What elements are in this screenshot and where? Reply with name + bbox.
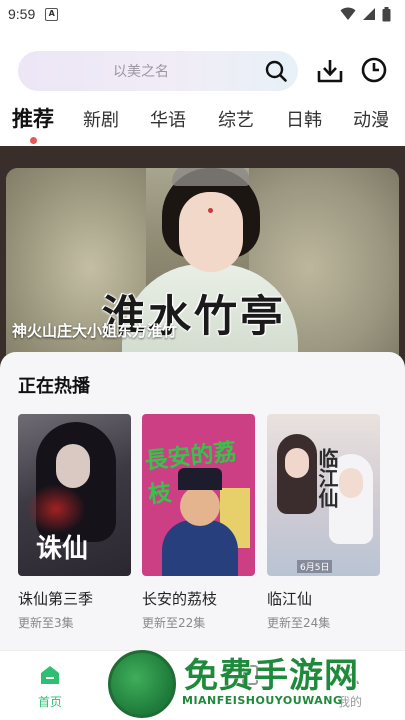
nav-label: 首页 xyxy=(37,695,62,709)
section-title: 正在热播 xyxy=(18,376,90,397)
download-icon[interactable] xyxy=(316,57,344,85)
watermark-logo-icon xyxy=(108,650,176,718)
tab-jp-kr[interactable]: 日韩 xyxy=(286,106,322,132)
tab-new-drama[interactable]: 新剧 xyxy=(83,106,119,132)
status-indicators xyxy=(340,6,391,22)
watermark-subtext: MIANFEISHOUYOUWANG xyxy=(182,694,343,707)
tab-recommend[interactable]: 推荐 xyxy=(12,103,54,133)
poster-image[interactable]: 诛仙 xyxy=(18,414,131,576)
active-tab-indicator xyxy=(30,137,37,144)
search-placeholder[interactable]: 以美之名 xyxy=(18,61,264,81)
poster-image[interactable]: 長安的荔枝 xyxy=(142,414,255,576)
poster-text: 诛仙 xyxy=(36,534,89,564)
search-bar[interactable]: 以美之名 xyxy=(18,51,298,91)
banner-caption[interactable]: 神火山庄大小姐东方淮竹 xyxy=(12,320,177,341)
poster-text: 临江仙 xyxy=(315,448,339,508)
tab-variety[interactable]: 综艺 xyxy=(218,106,254,132)
category-tabs: 推荐 新剧 华语 综艺 日韩 动漫 xyxy=(0,98,405,142)
tab-anime[interactable]: 动漫 xyxy=(353,106,389,132)
show-title[interactable]: 诛仙第三季 xyxy=(18,588,93,609)
status-time: 9:59 xyxy=(8,6,36,22)
poster-image[interactable]: 临江仙 6月5日 xyxy=(267,414,380,576)
poster-date: 6月5日 xyxy=(297,560,333,573)
show-title[interactable]: 临江仙 xyxy=(267,588,312,609)
show-episodes: 更新至24集 xyxy=(267,616,331,630)
nav-home[interactable]: 首页 xyxy=(10,651,90,720)
show-title[interactable]: 长安的荔枝 xyxy=(142,588,217,609)
signal-icon xyxy=(363,8,375,20)
show-episodes: 更新至3集 xyxy=(18,616,74,630)
show-episodes: 更新至22集 xyxy=(142,616,206,630)
wifi-icon xyxy=(340,7,356,20)
history-clock-icon[interactable] xyxy=(360,56,388,84)
notification-a-icon: A xyxy=(45,7,59,21)
hero-banner[interactable]: 淮水竹亭 xyxy=(0,146,405,376)
tab-chinese[interactable]: 华语 xyxy=(150,106,186,132)
watermark-text: 免费手游网 xyxy=(184,656,359,696)
home-icon xyxy=(41,666,59,684)
search-icon[interactable] xyxy=(264,59,288,83)
status-bar: 9:59 A xyxy=(0,0,405,28)
battery-icon xyxy=(382,6,391,21)
